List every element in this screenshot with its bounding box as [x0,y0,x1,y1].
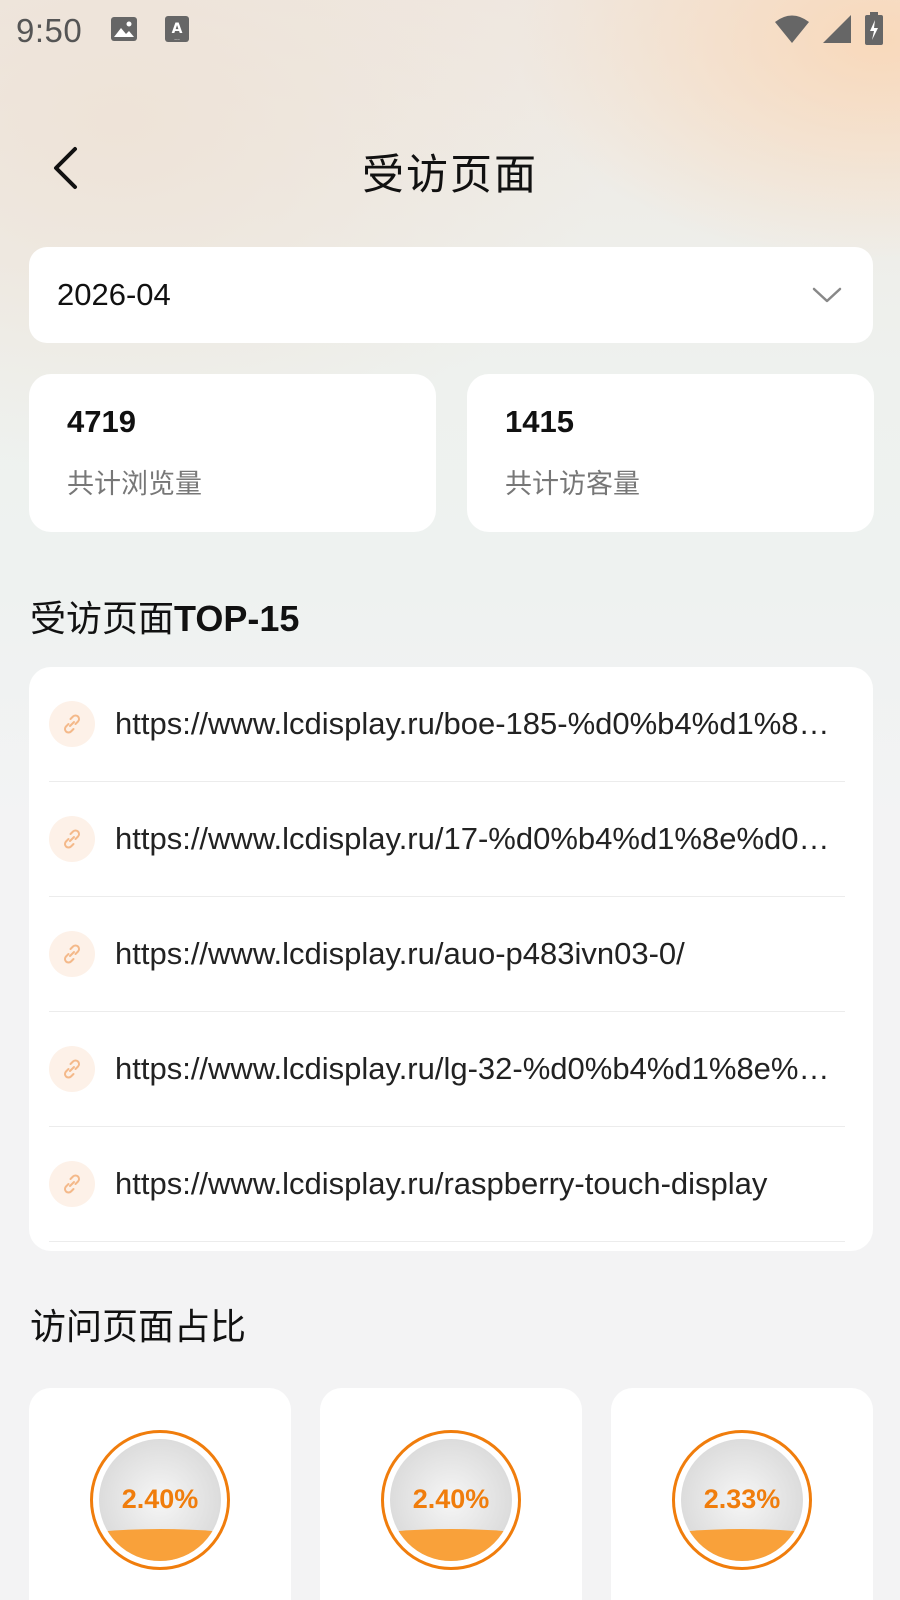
page-share-title: 访问页面占比 [30,1306,247,1347]
link-icon [49,1161,95,1207]
page-title: 受访页面 [361,150,538,198]
text-icon: A... [164,15,190,48]
month-select-value: 2026-04 [57,277,171,312]
page-url: https://www.lcdisplay.ru/lg-32-%d0%b4%d1… [115,1051,835,1086]
link-icon [49,701,95,747]
chevron-left-icon [50,146,80,195]
list-item[interactable]: https://www.lcdisplay.ru/raspberry-touch… [49,1127,845,1242]
list-item[interactable]: https://www.lcdisplay.ru/boe-185-%d0%b4%… [49,667,845,782]
battery-icon [864,11,884,51]
page-url: https://www.lcdisplay.ru/auo-p483ivn03-0… [115,936,685,971]
page-url: https://www.lcdisplay.ru/raspberry-touch… [115,1166,768,1201]
status-time: 9:50 [16,12,83,49]
share-card: 2.40% [320,1388,582,1600]
link-icon [49,931,95,977]
share-gauge: 2.33% [668,1426,816,1574]
share-value: 2.40% [412,1484,490,1514]
wifi-icon [774,14,810,49]
share-value: 2.40% [121,1484,199,1514]
status-bar: 9:50 A... [0,0,900,62]
chevron-down-icon [809,277,845,313]
page-url: https://www.lcdisplay.ru/boe-185-%d0%b4%… [115,706,835,741]
list-item[interactable]: https://www.lcdisplay.ru/lg-32-%d0%b4%d1… [49,1012,845,1127]
stat-card-visitors: 1415 共计访客量 [467,374,874,532]
back-button[interactable] [50,142,90,198]
top-pages-title-suffix: TOP-15 [174,598,300,639]
page-url: https://www.lcdisplay.ru/17-%d0%b4%d1%8e… [115,821,835,856]
month-select[interactable]: 2026-04 [29,247,873,343]
signal-icon [822,14,852,49]
stat-value: 4719 [67,404,136,439]
image-icon [110,16,138,47]
list-item[interactable]: https://www.lcdisplay.ru/17-%d0%b4%d1%8e… [49,782,845,897]
page-header: 受访页面 [0,128,900,214]
stat-value: 1415 [505,404,574,439]
stat-card-pageviews: 4719 共计浏览量 [29,374,436,532]
share-value: 2.33% [703,1484,781,1514]
top-pages-list: https://www.lcdisplay.ru/boe-185-%d0%b4%… [29,667,873,1251]
link-icon [49,1046,95,1092]
stat-label: 共计浏览量 [67,469,202,499]
top-pages-title-prefix: 受访页面 [30,598,175,639]
stat-label: 共计访客量 [505,469,640,499]
list-item[interactable]: https://www.lcdisplay.ru/auo-p483ivn03-0… [49,897,845,1012]
link-icon [49,816,95,862]
share-gauge: 2.40% [377,1426,525,1574]
top-pages-title: 受访页面TOP-15 [30,590,299,642]
svg-text:...: ... [174,35,180,42]
share-gauge: 2.40% [86,1426,234,1574]
share-card: 2.33% [611,1388,873,1600]
share-card: 2.40% [29,1388,291,1600]
